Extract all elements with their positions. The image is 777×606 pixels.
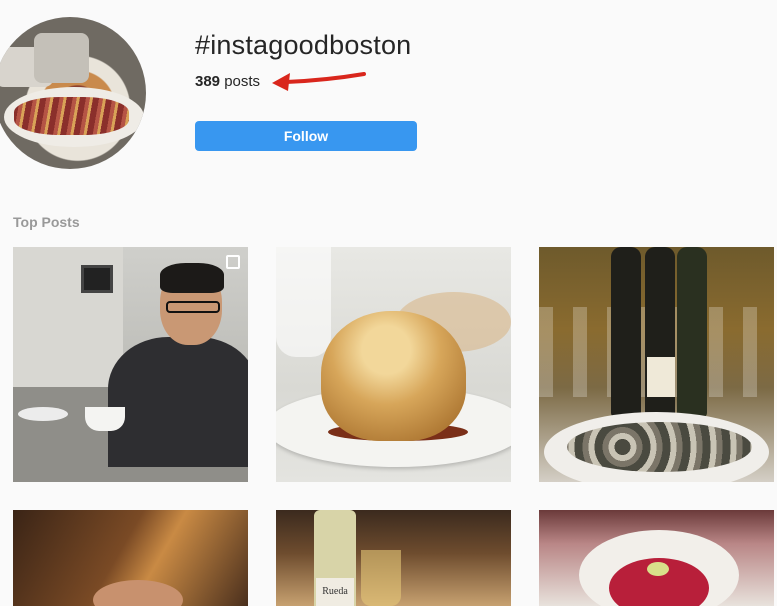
post-count-number: 389 [195,73,221,90]
post-tile-barista[interactable] [13,247,248,482]
post-tile-6[interactable] [539,510,774,606]
post-tile-4[interactable] [13,510,248,606]
follow-button[interactable]: Follow [195,121,417,151]
multiple-photos-icon [226,255,240,269]
hashtag-title: #instagoodboston [195,30,412,60]
post-tile-clams-wine[interactable] [539,247,774,482]
annotation-arrow-icon [272,72,366,91]
post-tile-5[interactable]: Rueda [276,510,511,606]
post-count: 389 posts [195,73,260,90]
wine-label: Rueda [316,578,354,606]
post-tile-souffle[interactable] [276,247,511,482]
post-count-suffix: posts [224,73,261,90]
top-posts-heading: Top Posts [13,214,80,230]
hashtag-avatar [0,17,146,169]
